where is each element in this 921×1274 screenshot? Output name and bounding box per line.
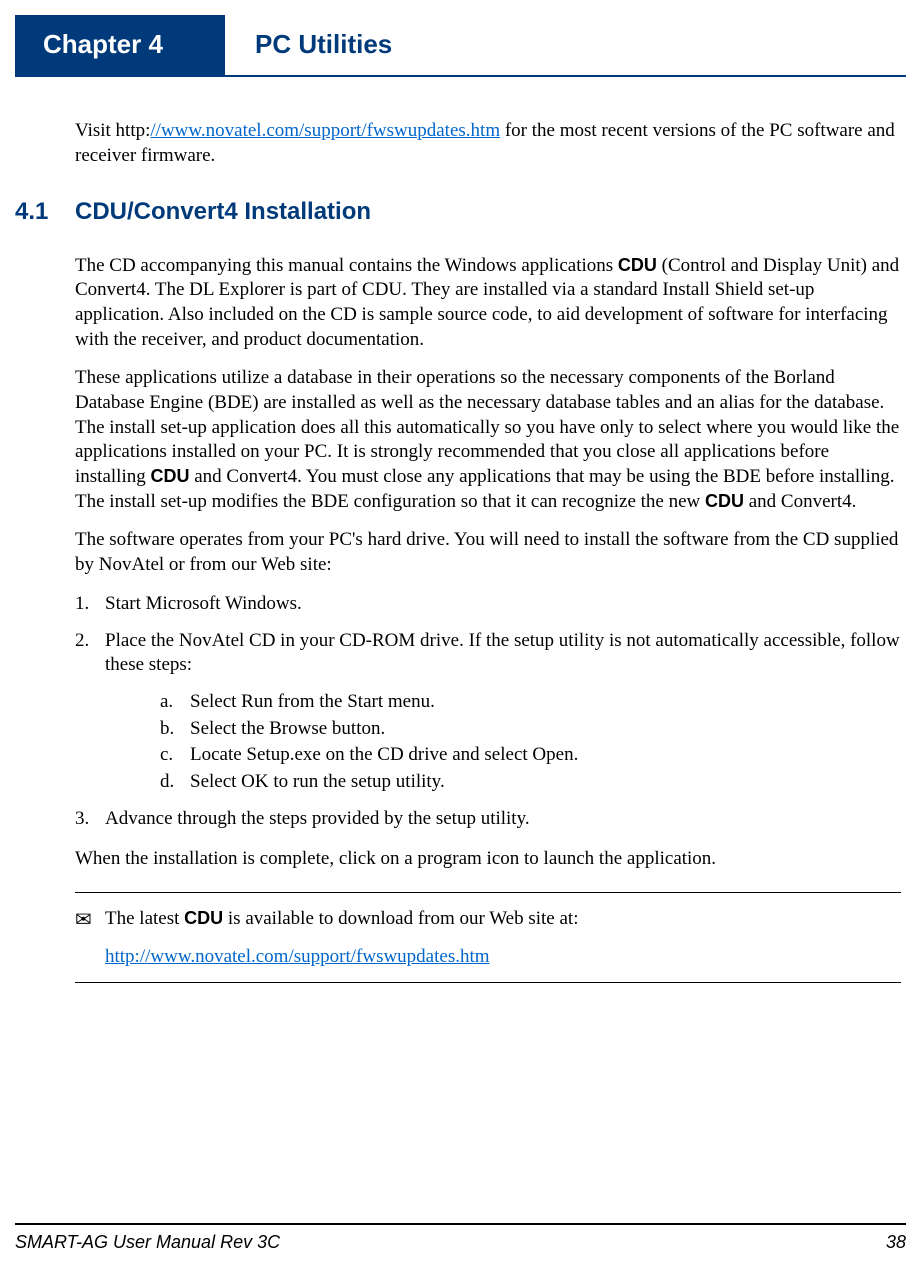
list-text: Select the Browse button. <box>190 717 385 742</box>
list-item: 2. Place the NovAtel CD in your CD-ROM d… <box>75 629 901 678</box>
list-text: Select Run from the Start menu. <box>190 690 435 715</box>
list-number: d. <box>160 770 190 795</box>
section-number: 4.1 <box>15 196 75 227</box>
body-paragraph-1: The CD accompanying this manual contains… <box>75 254 901 353</box>
list-number: 3. <box>75 807 105 832</box>
footer-left: SMART-AG User Manual Rev 3C <box>15 1231 280 1254</box>
section-title: CDU/Convert4 Installation <box>75 198 371 225</box>
list-number: 2. <box>75 629 105 678</box>
list-text: Select OK to run the setup utility. <box>190 770 445 795</box>
cdu-bold: CDU <box>618 255 657 275</box>
chapter-title: PC Utilities <box>225 15 392 75</box>
download-link[interactable]: http://www.novatel.com/support/fwswupdat… <box>105 946 490 967</box>
list-item: c. Locate Setup.exe on the CD drive and … <box>160 743 901 768</box>
body-paragraph-3: The software operates from your PC's har… <box>75 528 901 577</box>
list-item: a. Select Run from the Start menu. <box>160 690 901 715</box>
list-item: d. Select OK to run the setup utility. <box>160 770 901 795</box>
list-number: a. <box>160 690 190 715</box>
note-box: ✉ The latest CDU is available to downloa… <box>75 892 901 983</box>
list-text: Place the NovAtel CD in your CD-ROM driv… <box>105 629 901 678</box>
list-item: 1. Start Microsoft Windows. <box>75 592 901 617</box>
section-heading: 4.1CDU/Convert4 Installation <box>15 196 901 227</box>
chapter-label: Chapter 4 <box>15 15 225 75</box>
ordered-list: 1. Start Microsoft Windows. 2. Place the… <box>75 592 901 832</box>
text: and Convert4. <box>744 491 856 512</box>
intro-paragraph: Visit http://www.novatel.com/support/fws… <box>75 119 901 168</box>
page-footer: SMART-AG User Manual Rev 3C 38 <box>15 1223 906 1254</box>
page-number: 38 <box>886 1231 906 1254</box>
list-text: Advance through the steps provided by th… <box>105 807 901 832</box>
text: The CD accompanying this manual contains… <box>75 255 618 276</box>
envelope-icon: ✉ <box>75 907 105 933</box>
list-item: b. Select the Browse button. <box>160 717 901 742</box>
text: is available to download from our Web si… <box>223 908 578 929</box>
after-list-paragraph: When the installation is complete, click… <box>75 847 901 872</box>
list-number: c. <box>160 743 190 768</box>
cdu-bold: CDU <box>150 466 189 486</box>
cdu-bold: CDU <box>705 491 744 511</box>
page-content: Visit http://www.novatel.com/support/fws… <box>0 77 921 983</box>
text: The latest <box>105 908 184 929</box>
support-link[interactable]: //www.novatel.com/support/fwswupdates.ht… <box>150 120 500 141</box>
list-text: Start Microsoft Windows. <box>105 592 901 617</box>
list-item: 3. Advance through the steps provided by… <box>75 807 901 832</box>
sub-list: a. Select Run from the Start menu. b. Se… <box>75 690 901 795</box>
body-paragraph-2: These applications utilize a database in… <box>75 366 901 514</box>
intro-text-pre: Visit http: <box>75 120 150 141</box>
chapter-header: Chapter 4 PC Utilities <box>15 15 906 77</box>
note-text: The latest CDU is available to download … <box>105 907 901 933</box>
list-number: 1. <box>75 592 105 617</box>
cdu-bold: CDU <box>184 908 223 928</box>
list-number: b. <box>160 717 190 742</box>
list-text: Locate Setup.exe on the CD drive and sel… <box>190 743 578 768</box>
